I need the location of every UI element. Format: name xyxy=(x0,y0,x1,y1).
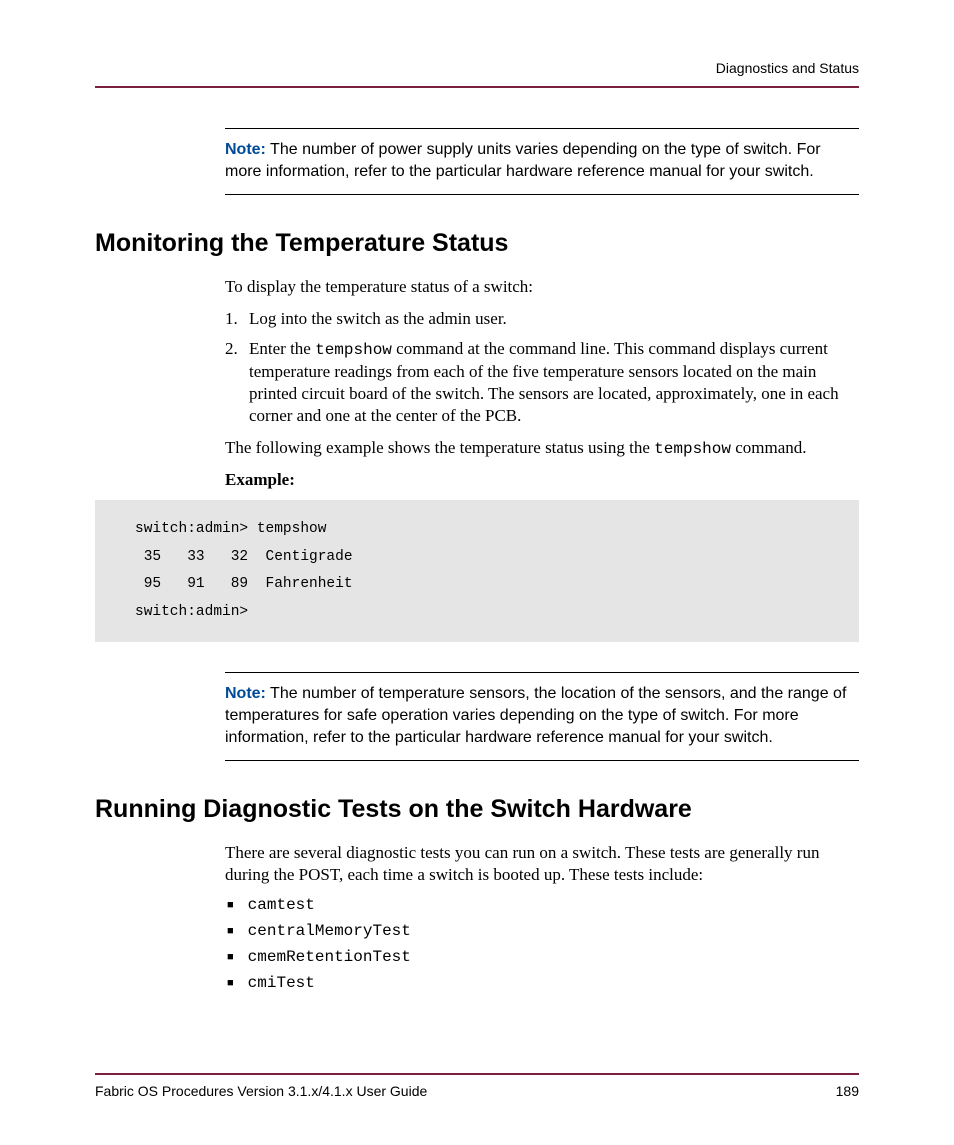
footer-rule xyxy=(95,1073,859,1075)
diag-test-list: camtest centralMemoryTest cmemRetentionT… xyxy=(225,896,859,992)
step-2: 2. Enter the tempshow command at the com… xyxy=(225,338,859,427)
test-name: cmiTest xyxy=(248,974,315,992)
step-text: Enter the tempshow command at the comman… xyxy=(249,338,859,427)
inline-command-tempshow: tempshow xyxy=(315,341,392,359)
note-power-supply: Note: The number of power supply units v… xyxy=(225,128,859,195)
note-temperature-sensors: Note: The number of temperature sensors,… xyxy=(225,672,859,761)
page-footer: Fabric OS Procedures Version 3.1.x/4.1.x… xyxy=(95,1073,859,1099)
test-name: cmemRetentionTest xyxy=(248,948,411,966)
note-label: Note: xyxy=(225,141,266,158)
temp-intro: To display the temperature status of a s… xyxy=(225,276,859,298)
step-num: 2. xyxy=(225,338,249,427)
page-header-chapter: Diagnostics and Status xyxy=(95,60,859,76)
temp-steps: 1. Log into the switch as the admin user… xyxy=(225,308,859,427)
note-text: The number of temperature sensors, the l… xyxy=(225,685,846,745)
header-rule xyxy=(95,86,859,88)
footer-page-number: 189 xyxy=(836,1083,859,1099)
heading-diagnostic-tests: Running Diagnostic Tests on the Switch H… xyxy=(95,795,859,824)
footer-guide-title: Fabric OS Procedures Version 3.1.x/4.1.x… xyxy=(95,1083,427,1099)
list-item: camtest xyxy=(225,896,859,914)
step-text: Log into the switch as the admin user. xyxy=(249,308,859,330)
test-name: centralMemoryTest xyxy=(248,922,411,940)
inline-command-tempshow: tempshow xyxy=(654,440,731,458)
note-label: Note: xyxy=(225,685,266,702)
temp-follow: The following example shows the temperat… xyxy=(225,437,859,460)
example-label: Example: xyxy=(225,470,859,490)
heading-temperature-status: Monitoring the Temperature Status xyxy=(95,229,859,258)
list-item: cmiTest xyxy=(225,974,859,992)
test-name: camtest xyxy=(248,896,315,914)
step-num: 1. xyxy=(225,308,249,330)
code-example-tempshow: switch:admin> tempshow 35 33 32 Centigra… xyxy=(95,500,859,642)
list-item: centralMemoryTest xyxy=(225,922,859,940)
note-text: The number of power supply units varies … xyxy=(225,141,821,180)
diag-intro: There are several diagnostic tests you c… xyxy=(225,842,859,886)
list-item: cmemRetentionTest xyxy=(225,948,859,966)
step-1: 1. Log into the switch as the admin user… xyxy=(225,308,859,330)
